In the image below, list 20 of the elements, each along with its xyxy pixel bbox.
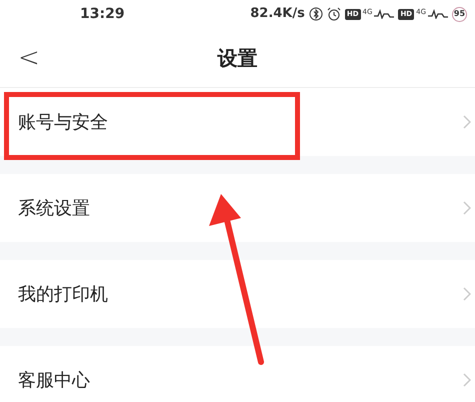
page-title: 设置 — [218, 44, 258, 72]
settings-row[interactable]: 系统设置 — [0, 174, 475, 242]
row-label: 客服中心 — [18, 368, 90, 392]
clock: 13:29 — [80, 4, 125, 24]
network-speed: 82.4K/s — [250, 5, 305, 24]
settings-row[interactable]: 客服中心 — [0, 346, 475, 402]
alarm-icon — [326, 7, 341, 21]
signal-icon — [428, 9, 448, 19]
bluetooth-icon — [308, 7, 323, 21]
chevron-icon — [463, 373, 471, 387]
back-button[interactable]: < — [18, 44, 40, 70]
row-label: 我的打印机 — [18, 282, 108, 306]
row-label: 系统设置 — [18, 196, 90, 220]
settings-row[interactable]: 我的打印机 — [0, 260, 475, 328]
chevron-icon — [463, 115, 471, 129]
row-label: 账号与安全 — [18, 110, 108, 134]
signal-icon — [374, 9, 394, 19]
chevron-icon — [463, 201, 471, 215]
chevron-icon — [463, 287, 471, 301]
battery-level: 95 — [452, 6, 467, 22]
